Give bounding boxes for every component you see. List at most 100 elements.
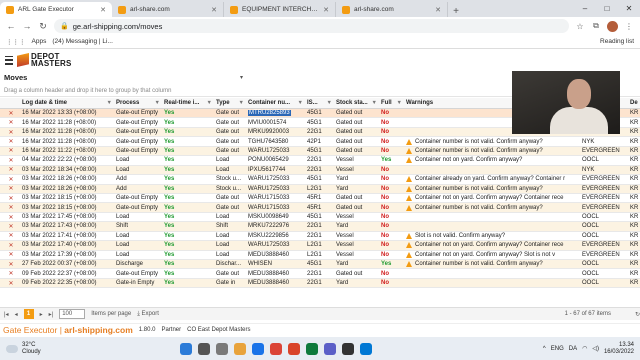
delete-row-icon[interactable]: ✕: [0, 251, 20, 259]
wifi-icon[interactable]: ◠: [582, 345, 587, 352]
filter-icon[interactable]: ▼: [298, 100, 303, 106]
table-row[interactable]: ✕ 27 Feb 2022 00:37 (+08:00) Discharge Yes D…: [0, 260, 640, 270]
delete-row-icon[interactable]: ✕: [0, 128, 20, 136]
apps-grid-icon[interactable]: ⋮⋮⋮: [6, 38, 26, 46]
delete-row-icon[interactable]: ✕: [0, 260, 20, 268]
delete-row-icon[interactable]: ✕: [0, 137, 20, 145]
star-icon[interactable]: ☆: [575, 22, 585, 31]
delete-row-icon[interactable]: ✕: [0, 147, 20, 155]
menu-icon[interactable]: ⋮: [624, 22, 634, 31]
table-row[interactable]: ✕ 03 Mar 2022 18:26 (+08:00) Add Yes Stock u…: [0, 175, 640, 185]
filter-icon[interactable]: ▼: [239, 100, 244, 106]
browser-tab[interactable]: arl-share.com ✕: [112, 2, 224, 17]
table-row[interactable]: ✕ 09 Feb 2022 22:35 (+08:00) Gate-in Empty…: [0, 278, 640, 289]
delete-row-icon[interactable]: ✕: [0, 213, 20, 221]
url-field[interactable]: 🔒 ge.arl-shipping.com/moves: [54, 19, 569, 33]
delete-row-icon[interactable]: ✕: [0, 194, 20, 202]
tab-close-icon[interactable]: ✕: [100, 6, 106, 14]
tab-close-icon[interactable]: ✕: [211, 6, 217, 14]
refresh-icon[interactable]: ↻: [635, 311, 640, 318]
column-header[interactable]: Full ▼: [379, 98, 404, 108]
app-icon[interactable]: [342, 342, 354, 355]
extensions-icon[interactable]: ⧉: [591, 21, 601, 31]
table-row[interactable]: ✕ 09 Feb 2022 22:37 (+08:00) Gate-out Empt…: [0, 269, 640, 279]
filter-icon[interactable]: ▼: [372, 100, 377, 106]
bookmark-messaging[interactable]: (24) Messaging | Li...: [52, 38, 113, 45]
delete-row-icon[interactable]: ✕: [0, 203, 20, 211]
delete-row-icon[interactable]: ✕: [0, 279, 20, 287]
table-row[interactable]: ✕ 03 Mar 2022 18:34 (+08:00) Load Yes Load IP…: [0, 165, 640, 176]
table-row[interactable]: ✕ 16 Mar 2022 11:22 (+08:00) Gate-out Empt…: [0, 146, 640, 157]
column-header[interactable]: Real-time i... ▼: [162, 98, 214, 108]
column-header[interactable]: De: [628, 98, 640, 108]
delete-row-icon[interactable]: ✕: [0, 109, 20, 117]
delete-row-icon[interactable]: ✕: [0, 118, 20, 126]
reading-list-button[interactable]: Reading list: [600, 38, 634, 45]
table-row[interactable]: ✕ 03 Mar 2022 17:45 (+08:00) Load Yes Load MS…: [0, 212, 640, 223]
profile-avatar[interactable]: [607, 20, 618, 32]
edge-icon[interactable]: [252, 342, 264, 355]
delete-row-icon[interactable]: ✕: [0, 185, 20, 193]
clock[interactable]: 13.34 16/03/2022: [604, 342, 634, 356]
search-icon[interactable]: [198, 342, 210, 355]
weather-widget[interactable]: 32°C Cloudy: [6, 342, 41, 356]
excel-icon[interactable]: [306, 342, 318, 355]
page-size-select[interactable]: 100: [59, 309, 86, 319]
browser-tab[interactable]: ARL Gate Executor ✕: [0, 2, 112, 17]
column-header[interactable]: Log date & time ▼: [20, 98, 114, 108]
browser-tab[interactable]: arl-share.com ✕: [336, 2, 448, 17]
windows-start-icon[interactable]: [180, 342, 192, 355]
delete-row-icon[interactable]: ✕: [0, 222, 20, 230]
close-window-icon[interactable]: ✕: [618, 4, 640, 13]
delete-row-icon[interactable]: ✕: [0, 166, 20, 174]
filter-icon[interactable]: ▼: [107, 100, 112, 106]
prev-page-icon[interactable]: ◂: [15, 311, 18, 318]
tab-close-icon[interactable]: ✕: [435, 6, 441, 14]
delete-row-icon[interactable]: ✕: [0, 232, 20, 240]
hamburger-menu-icon[interactable]: [5, 55, 13, 65]
column-header[interactable]: IS... ▼: [305, 98, 334, 108]
table-row[interactable]: ✕ 03 Mar 2022 17:43 (+08:00) Shift Yes Shift…: [0, 222, 640, 232]
filter-icon[interactable]: ▼: [207, 100, 212, 106]
column-header[interactable]: Type ▼: [214, 98, 246, 108]
column-header[interactable]: Process ▼: [114, 98, 162, 108]
delete-row-icon[interactable]: ✕: [0, 269, 20, 277]
reload-icon[interactable]: ↻: [38, 21, 48, 32]
task-view-icon[interactable]: [216, 342, 228, 355]
file-explorer-icon[interactable]: [234, 342, 246, 355]
table-row[interactable]: ✕ 03 Mar 2022 18:15 (+08:00) Gate-out Empt…: [0, 193, 640, 204]
tray-chevron-icon[interactable]: ^: [543, 346, 546, 352]
table-row[interactable]: ✕ 04 Mar 2022 22:22 (+08:00) Load Yes Load PO…: [0, 156, 640, 166]
column-header[interactable]: Container nu... ▼: [246, 98, 305, 108]
next-page-icon[interactable]: ▸: [40, 311, 43, 318]
back-icon[interactable]: ←: [6, 21, 16, 31]
filter-icon[interactable]: ▼: [327, 100, 332, 106]
new-tab-button[interactable]: +: [448, 6, 464, 17]
maximize-icon[interactable]: □: [596, 4, 618, 13]
first-page-icon[interactable]: |◂: [4, 311, 9, 318]
filter-icon[interactable]: ▼: [155, 100, 160, 106]
table-row[interactable]: ✕ 03 Mar 2022 18:26 (+08:00) Add Yes Stock u…: [0, 184, 640, 194]
filter-icon[interactable]: ▼: [397, 100, 402, 106]
last-page-icon[interactable]: ▸|: [49, 311, 54, 318]
table-row[interactable]: ✕ 03 Mar 2022 17:40 (+08:00) Load Yes Load WA…: [0, 241, 640, 251]
chevron-down-icon[interactable]: ▾: [240, 74, 243, 81]
column-header[interactable]: Stock sta... ▼: [334, 98, 379, 108]
export-button[interactable]: ⤓ Export: [137, 311, 159, 318]
delete-row-icon[interactable]: ✕: [0, 156, 20, 164]
table-row[interactable]: ✕ 03 Mar 2022 17:39 (+08:00) Load Yes Load ME…: [0, 250, 640, 260]
outlook-icon[interactable]: [360, 342, 372, 355]
bookmark-apps[interactable]: Apps: [32, 38, 47, 45]
chrome-icon[interactable]: [270, 342, 282, 355]
volume-icon[interactable]: ◁): [592, 345, 599, 352]
table-row[interactable]: ✕ 16 Mar 2022 11:28 (+08:00) Gate-out Empt…: [0, 137, 640, 147]
browser-tab[interactable]: EQUIPMENT INTERCHANGE REC ✕: [224, 2, 336, 17]
forward-icon[interactable]: →: [22, 21, 32, 31]
lang1[interactable]: ENG: [551, 346, 564, 352]
current-page-button[interactable]: 1: [23, 309, 34, 319]
office-icon[interactable]: [288, 342, 300, 355]
tab-close-icon[interactable]: ✕: [323, 6, 329, 14]
delete-row-icon[interactable]: ✕: [0, 175, 20, 183]
delete-row-icon[interactable]: ✕: [0, 241, 20, 249]
teams-icon[interactable]: [324, 342, 336, 355]
